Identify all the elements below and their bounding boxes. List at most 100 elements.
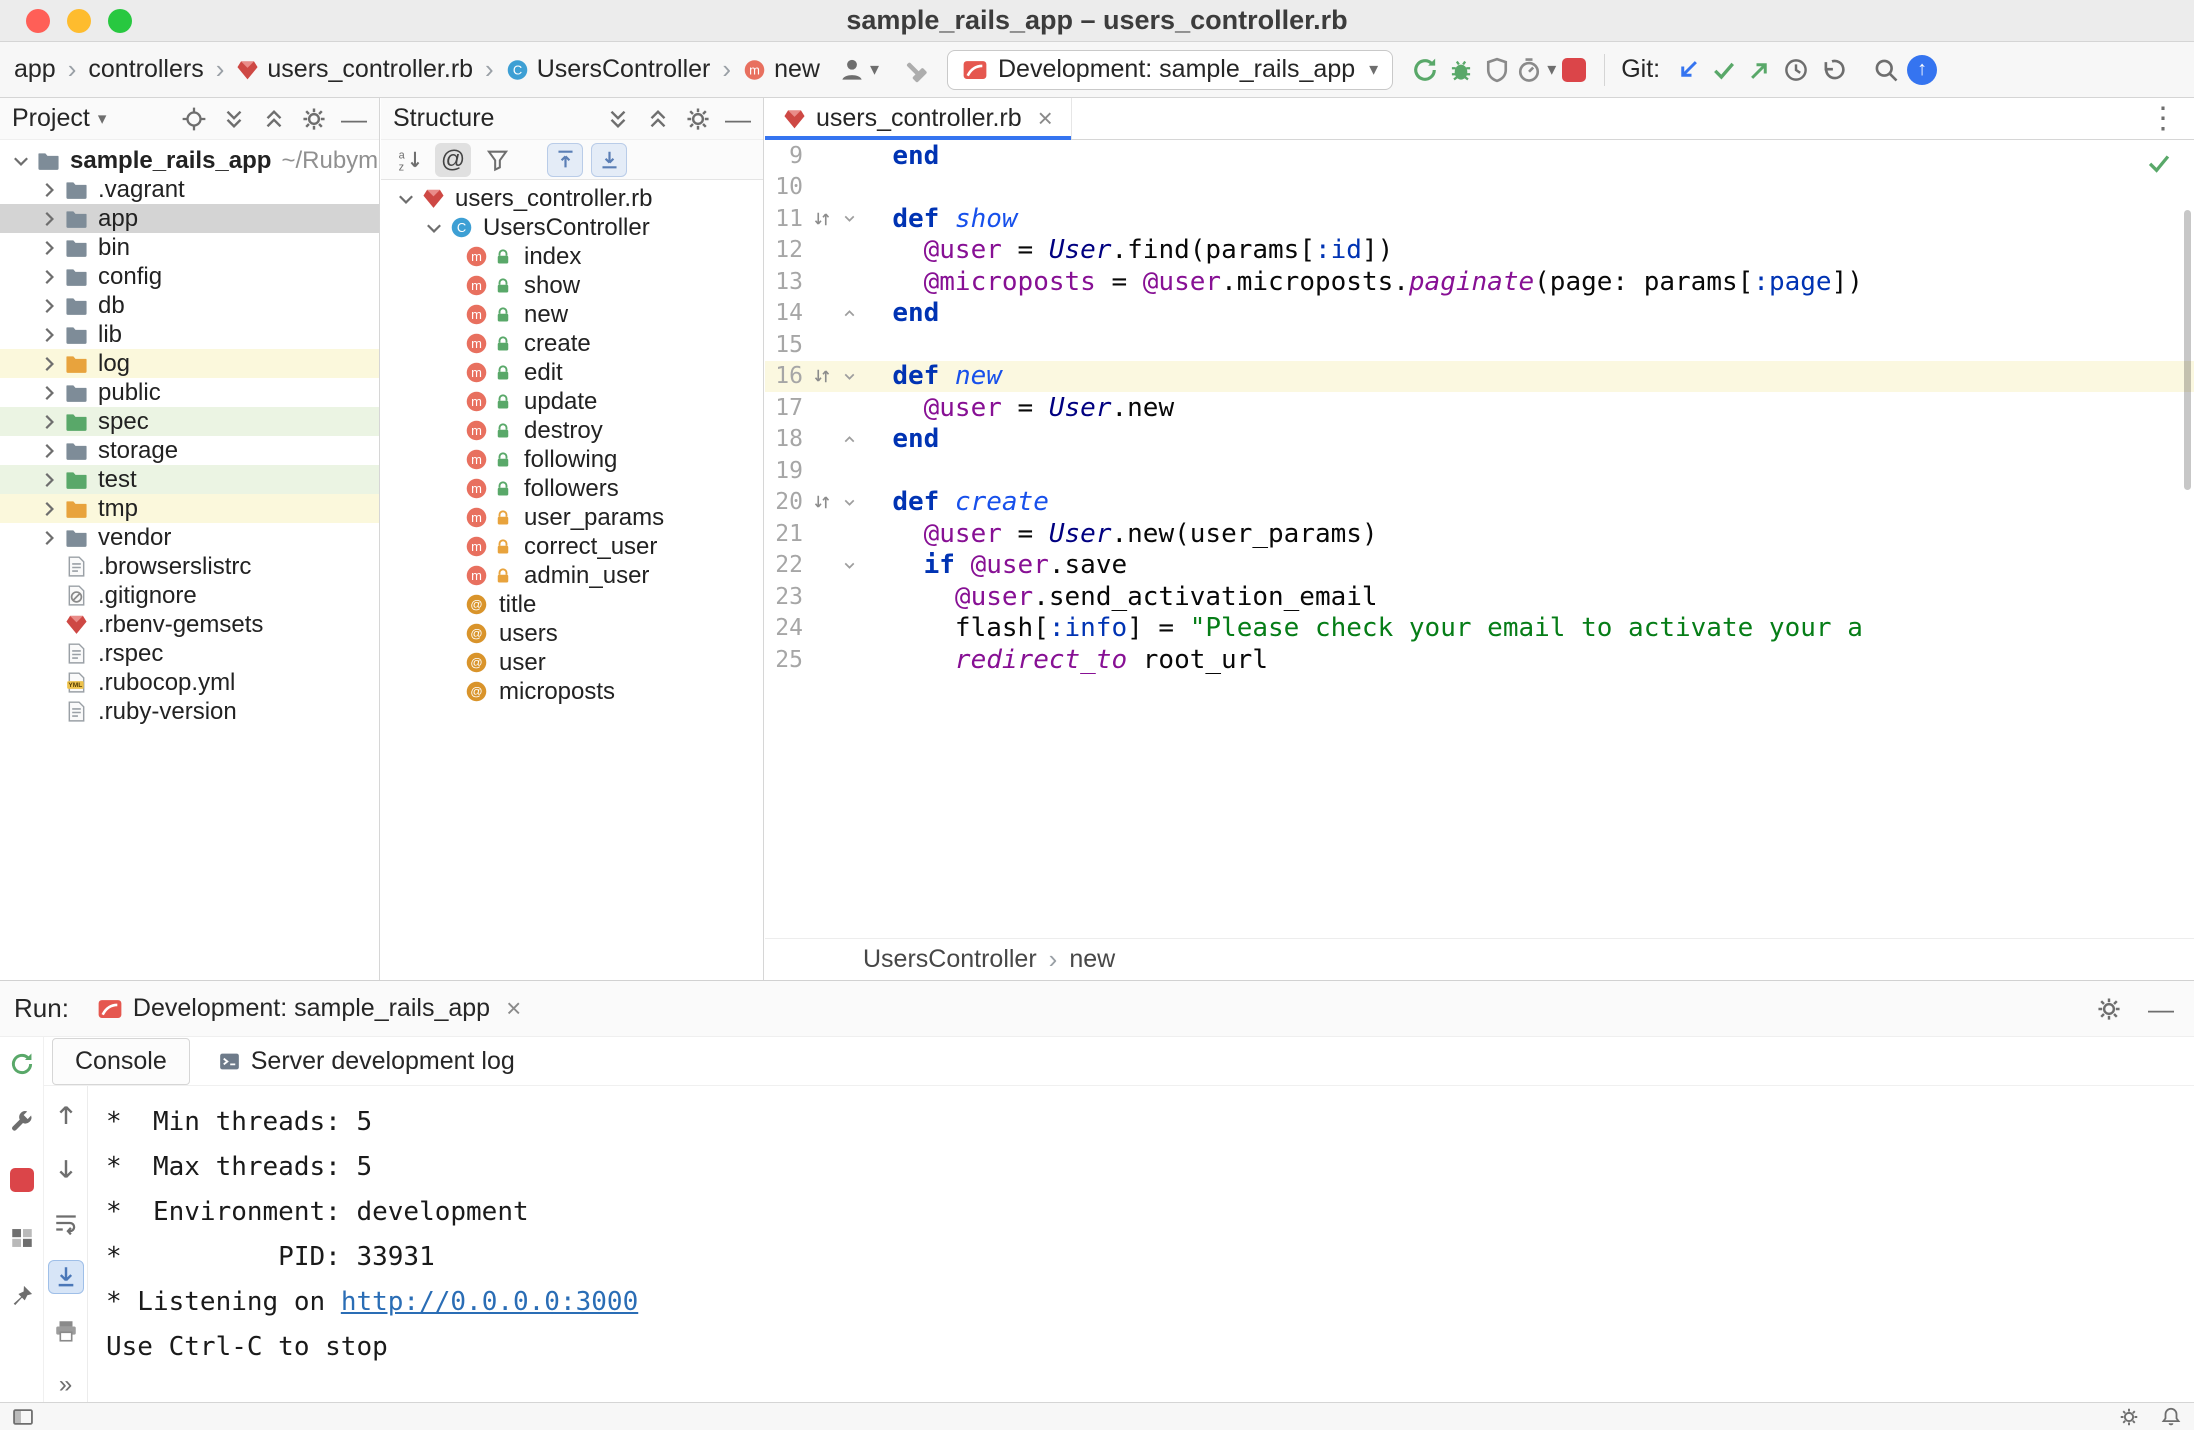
code-line-9[interactable]: 9 end — [765, 140, 2194, 172]
run-tab-server-development-log[interactable]: Server development log — [196, 1039, 537, 1084]
stop-process-button[interactable] — [4, 1163, 40, 1197]
git-update-button[interactable] — [1670, 50, 1706, 90]
project-panel-title[interactable]: Project — [12, 104, 90, 133]
chevron-down-icon[interactable]: ▾ — [98, 109, 107, 129]
project-item-vagrant[interactable]: .vagrant — [0, 175, 379, 204]
minimize-window-button[interactable] — [67, 9, 91, 33]
structure-item-admin_user[interactable]: madmin_user — [381, 561, 763, 590]
gear-icon[interactable] — [685, 106, 711, 132]
breadcrumb-item-users_controller.rb[interactable]: users_controller.rb — [236, 55, 473, 84]
close-tab-icon[interactable]: × — [1038, 103, 1053, 134]
project-item-spec[interactable]: spec — [0, 407, 379, 436]
line-number[interactable]: 9 — [765, 143, 807, 169]
stop-button[interactable] — [1556, 50, 1592, 90]
gear-icon[interactable] — [301, 106, 327, 132]
line-number[interactable]: 20 — [765, 489, 807, 515]
line-number[interactable]: 11 — [765, 206, 807, 232]
code-line-23[interactable]: 23 @user.send_activation_email — [765, 581, 2194, 613]
code-editor[interactable]: 9 end10 11 def show12 @user = User.find(p… — [765, 140, 2194, 938]
project-item-vendor[interactable]: vendor — [0, 523, 379, 552]
structure-item-users[interactable]: @users — [381, 619, 763, 648]
close-window-button[interactable] — [26, 9, 50, 33]
code-line-16[interactable]: 16 def new — [765, 361, 2194, 393]
toolwindow-toggle-icon[interactable] — [12, 1406, 34, 1428]
code-line-20[interactable]: 20 def create — [765, 487, 2194, 519]
print-button[interactable] — [48, 1314, 84, 1348]
zoom-window-button[interactable] — [108, 9, 132, 33]
editor-tab-users-controller[interactable]: users_controller.rb × — [765, 98, 1072, 139]
code-line-11[interactable]: 11 def show — [765, 203, 2194, 235]
locate-file-icon[interactable] — [181, 106, 207, 132]
hide-panel-icon[interactable]: — — [341, 106, 367, 132]
project-item-browserslistrc[interactable]: .browserslistrc — [0, 552, 379, 581]
structure-item-class[interactable]: C UsersController — [381, 213, 763, 242]
show-fields-toggle[interactable]: @ — [435, 143, 471, 177]
search-everywhere-button[interactable] — [1868, 50, 1904, 90]
line-number[interactable]: 23 — [765, 584, 807, 610]
project-item-rubocop-yml[interactable]: YML.rubocop.yml — [0, 668, 379, 697]
structure-item-index[interactable]: mindex — [381, 242, 763, 271]
structure-item-file[interactable]: users_controller.rb — [381, 184, 763, 213]
project-item-tmp[interactable]: tmp — [0, 494, 379, 523]
code-line-12[interactable]: 12 @user = User.find(params[:id]) — [765, 235, 2194, 267]
code-line-15[interactable]: 15 — [765, 329, 2194, 361]
code-line-10[interactable]: 10 — [765, 172, 2194, 204]
project-item-ruby-version[interactable]: .ruby-version — [0, 697, 379, 726]
project-item-rspec[interactable]: .rspec — [0, 639, 379, 668]
pin-tab-button[interactable] — [4, 1279, 40, 1313]
run-tab-console[interactable]: Console — [52, 1038, 190, 1085]
settings-sync-icon[interactable] — [2118, 1406, 2140, 1428]
editor-scrollbar[interactable] — [2184, 210, 2191, 490]
breadcrumb-item-app[interactable]: app — [14, 55, 56, 84]
structure-item-new[interactable]: mnew — [381, 300, 763, 329]
line-number[interactable]: 24 — [765, 615, 807, 641]
collapse-all-icon[interactable] — [261, 106, 287, 132]
project-item-db[interactable]: db — [0, 291, 379, 320]
project-item-test[interactable]: test — [0, 465, 379, 494]
code-line-25[interactable]: 25 redirect_to root_url — [765, 644, 2194, 676]
hide-panel-icon[interactable]: — — [2148, 996, 2174, 1022]
console-output[interactable]: * Min threads: 5* Max threads: 5* Enviro… — [88, 1086, 2194, 1402]
git-commit-button[interactable] — [1706, 50, 1742, 90]
project-item-public[interactable]: public — [0, 378, 379, 407]
project-item-bin[interactable]: bin — [0, 233, 379, 262]
rerun-button[interactable] — [4, 1047, 40, 1081]
rerun-button[interactable] — [1407, 50, 1443, 90]
soft-wrap-button[interactable] — [48, 1206, 84, 1240]
structure-item-microposts[interactable]: @microposts — [381, 677, 763, 706]
code-line-24[interactable]: 24 flash[:info] = "Please check your ema… — [765, 613, 2194, 645]
line-number[interactable]: 10 — [765, 174, 807, 200]
update-available-button[interactable]: ↑ — [1904, 50, 1940, 90]
code-line-17[interactable]: 17 @user = User.new — [765, 392, 2194, 424]
structure-item-title[interactable]: @title — [381, 590, 763, 619]
line-number[interactable]: 18 — [765, 426, 807, 452]
line-number[interactable]: 21 — [765, 521, 807, 547]
project-item-app[interactable]: app — [0, 204, 379, 233]
project-item-config[interactable]: config — [0, 262, 379, 291]
structure-item-destroy[interactable]: mdestroy — [381, 416, 763, 445]
line-number[interactable]: 22 — [765, 552, 807, 578]
debug-button[interactable] — [1443, 50, 1479, 90]
project-item-storage[interactable]: storage — [0, 436, 379, 465]
structure-item-update[interactable]: mupdate — [381, 387, 763, 416]
restore-layout-button[interactable] — [4, 1221, 40, 1255]
editor-breadcrumb-item-UsersController[interactable]: UsersController — [863, 945, 1037, 974]
build-button[interactable] — [897, 50, 933, 90]
coverage-button[interactable] — [1479, 50, 1515, 90]
close-tab-icon[interactable]: × — [506, 993, 521, 1024]
gear-icon[interactable] — [2096, 996, 2122, 1022]
project-item-rbenv-gemsets[interactable]: .rbenv-gemsets — [0, 610, 379, 639]
code-line-13[interactable]: 13 @microposts = @user.microposts.pagina… — [765, 266, 2194, 298]
project-item-gitignore[interactable]: .gitignore — [0, 581, 379, 610]
profiler-button[interactable]: ▾ — [1515, 50, 1556, 90]
project-item-log[interactable]: log — [0, 349, 379, 378]
collapse-all-icon[interactable] — [645, 106, 671, 132]
breadcrumb-item-UsersController[interactable]: CUsersController — [506, 55, 711, 84]
code-line-19[interactable]: 19 — [765, 455, 2194, 487]
structure-item-create[interactable]: mcreate — [381, 329, 763, 358]
editor-breadcrumb-item-new[interactable]: new — [1069, 945, 1115, 974]
git-rollback-button[interactable] — [1814, 50, 1850, 90]
line-number[interactable]: 12 — [765, 237, 807, 263]
editor-more-options-icon[interactable]: ⋮ — [2148, 101, 2194, 136]
scroll-down-button[interactable] — [48, 1152, 84, 1186]
